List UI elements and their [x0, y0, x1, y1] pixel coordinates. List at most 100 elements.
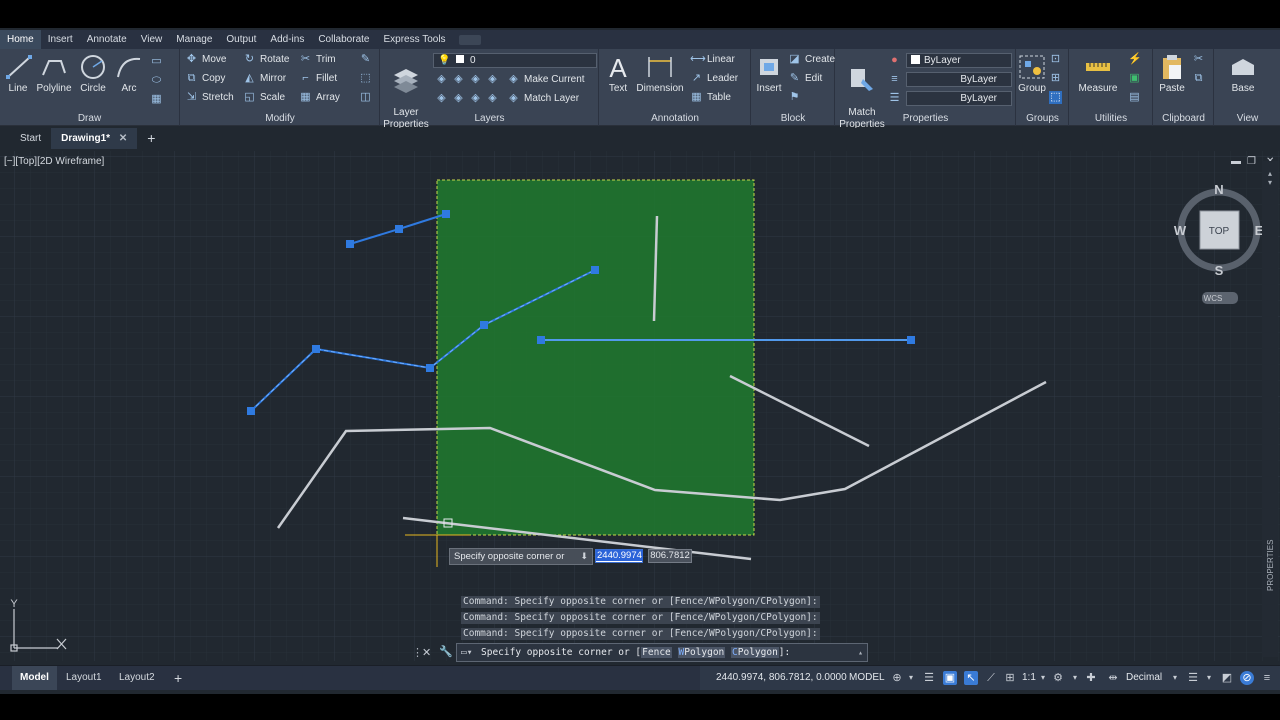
tab-manage[interactable]: Manage — [169, 30, 219, 49]
linetype-icon-button[interactable]: ≡ — [888, 73, 901, 86]
units-menu-icon[interactable]: ▾ — [1168, 671, 1182, 685]
fence-option[interactable]: Fence — [641, 647, 672, 658]
groups-panel-title[interactable]: Groups — [1017, 113, 1068, 124]
tab-insert[interactable]: Insert — [41, 30, 80, 49]
table-button[interactable]: ▦ Table — [690, 91, 731, 104]
customization-menu-icon[interactable]: ≡ — [1260, 671, 1274, 685]
grip[interactable] — [346, 240, 354, 248]
new-tab-button[interactable]: + — [137, 128, 165, 149]
dimension-button[interactable]: Dimension — [636, 53, 684, 95]
polyline-button[interactable]: Polyline — [34, 53, 74, 95]
command-line-input[interactable]: ▭▾ Specify opposite corner or [Fence WPo… — [456, 643, 868, 662]
wpolygon-option[interactable]: WPolygon — [677, 647, 726, 658]
spreadsheet-button[interactable]: ▣ — [1128, 72, 1141, 85]
draw-panel-title[interactable]: Draw — [0, 113, 179, 124]
tab-home[interactable]: Home — [0, 30, 41, 49]
create-block-button[interactable]: ◪ Create — [788, 53, 835, 66]
hardware-acceleration-icon[interactable]: ⊘ — [1240, 671, 1254, 685]
linetype-dropdown[interactable]: ByLayer — [906, 72, 1012, 87]
tab-output[interactable]: Output — [219, 30, 263, 49]
quick-properties-menu-icon[interactable]: ▾ — [1202, 671, 1216, 685]
quick-properties-icon[interactable]: ☰ — [1186, 671, 1200, 685]
color-wheel-button[interactable]: ● — [888, 54, 901, 67]
command-history-toggle-icon[interactable]: ▴ — [858, 644, 863, 661]
ungroup-button[interactable]: ⊡ — [1049, 53, 1062, 66]
trim-button[interactable]: ✂ Trim — [299, 53, 336, 66]
coordinate-readout[interactable]: 2440.9974, 806.7812, 0.0000 — [716, 666, 847, 690]
compass-south[interactable]: S — [1215, 263, 1224, 278]
viewport-controls[interactable]: [−][Top][2D Wireframe] — [4, 156, 104, 167]
leader-button[interactable]: ↗ Leader — [690, 72, 738, 85]
group-select-button[interactable]: ⬚ — [1049, 91, 1062, 104]
layout1-tab[interactable]: Layout1 — [58, 666, 110, 690]
dynamic-input-toggle-icon[interactable]: ↖ — [964, 671, 978, 685]
dynamic-input-x[interactable]: 2440.9974 — [595, 549, 643, 563]
layer-tools-row1[interactable]: ◈ ◈ ◈ ◈ — [435, 73, 499, 86]
stretch-button[interactable]: ⇲ Stretch — [185, 91, 234, 104]
grip[interactable] — [591, 266, 599, 274]
clipboard-panel-title[interactable]: Clipboard — [1154, 113, 1213, 124]
line-button[interactable]: Line — [4, 53, 32, 95]
grip[interactable] — [247, 407, 255, 415]
model-layout-tab[interactable]: Model — [12, 666, 57, 690]
view-panel-title[interactable]: View — [1215, 113, 1280, 124]
annotation-monitor-icon[interactable]: ✚ — [1084, 671, 1098, 685]
ortho-icon[interactable]: ▣ — [943, 671, 957, 685]
offset-button[interactable]: ◫ — [359, 91, 372, 104]
compass-north[interactable]: N — [1214, 182, 1223, 197]
edit-block-button[interactable]: ✎ Edit — [788, 72, 822, 85]
tab-view[interactable]: View — [134, 30, 170, 49]
lineweight-icon-button[interactable]: ☰ — [888, 92, 901, 105]
cpolygon-option[interactable]: CPolygon — [731, 647, 779, 658]
mirror-button[interactable]: ◭ Mirror — [243, 72, 286, 85]
grid-display-icon[interactable]: ⊕ — [890, 671, 904, 685]
annotation-panel-title[interactable]: Annotation — [600, 113, 750, 124]
units-dropdown[interactable]: Decimal — [1126, 666, 1162, 690]
workspace-menu-icon[interactable]: ▾ — [1068, 671, 1082, 685]
scale-menu-icon[interactable]: ▾ — [1036, 671, 1050, 685]
grip[interactable] — [426, 364, 434, 372]
block-panel-title[interactable]: Block — [752, 113, 834, 124]
close-command-line-icon[interactable]: ✕ — [422, 646, 431, 659]
nav-bar-menu-icon[interactable]: ▾ — [1262, 178, 1278, 187]
grip[interactable] — [312, 345, 320, 353]
array-button[interactable]: ▦ Array — [299, 91, 340, 104]
selection-cycling-icon[interactable]: ⊞ — [1003, 671, 1017, 685]
nav-bar-collapse-icon[interactable]: ▴ — [1262, 169, 1278, 178]
rectangle-button[interactable]: ▭ — [150, 55, 163, 68]
circle-button[interactable]: Circle — [76, 53, 110, 95]
grip[interactable] — [480, 321, 488, 329]
utilities-panel-title[interactable]: Utilities — [1070, 113, 1152, 124]
properties-palette-tab[interactable]: PROPERTIES — [1266, 540, 1275, 591]
move-button[interactable]: ✥ Move — [185, 53, 227, 66]
properties-panel-title[interactable]: Properties — [836, 113, 1015, 124]
fillet-button[interactable]: ⌐ Fillet — [299, 72, 337, 85]
drawing-area[interactable]: Y TOP N S W E WCS [−][Top][2D Wireframe]… — [0, 151, 1280, 661]
compass-west[interactable]: W — [1174, 223, 1187, 238]
base-view-button[interactable]: Base — [1223, 53, 1263, 95]
ribbon-display-toggle[interactable] — [458, 34, 481, 45]
group-edit-button[interactable]: ⊞ — [1049, 72, 1062, 85]
linear-dimension-button[interactable]: ⟷ Linear — [690, 53, 735, 66]
make-current-button[interactable]: ◈ Make Current — [507, 73, 584, 86]
dynamic-input-y[interactable]: 806.7812 — [648, 549, 692, 563]
match-layer-button[interactable]: ◈ Match Layer — [507, 92, 579, 105]
grid-menu-icon[interactable]: ▾ — [904, 671, 918, 685]
layer-tools-row2[interactable]: ◈ ◈ ◈ ◈ — [435, 92, 499, 105]
hatch-button[interactable]: ⬭ — [150, 74, 163, 87]
close-tab-icon[interactable]: ✕ — [119, 133, 127, 144]
arc-button[interactable]: Arc — [114, 53, 144, 95]
measure-button[interactable]: Measure — [1076, 53, 1120, 95]
insert-block-button[interactable]: Insert — [754, 53, 784, 95]
tab-annotate[interactable]: Annotate — [80, 30, 134, 49]
units-icon[interactable]: ⇹ — [1106, 671, 1120, 685]
command-prompt-icon[interactable]: ▭▾ — [461, 644, 472, 661]
new-layout-button[interactable]: + — [166, 666, 190, 690]
snap-icon[interactable]: ☰ — [922, 671, 936, 685]
copy-button[interactable]: ⧉ Copy — [185, 72, 226, 85]
object-snap-tracking-icon[interactable]: ⟋ — [984, 671, 998, 685]
dynamic-input-options-icon[interactable]: ⬇ — [580, 549, 588, 564]
drawing-tab[interactable]: Drawing1* ✕ — [51, 128, 138, 149]
tab-add-ins[interactable]: Add-ins — [263, 30, 311, 49]
explode-button[interactable]: ⬚ — [359, 72, 372, 85]
